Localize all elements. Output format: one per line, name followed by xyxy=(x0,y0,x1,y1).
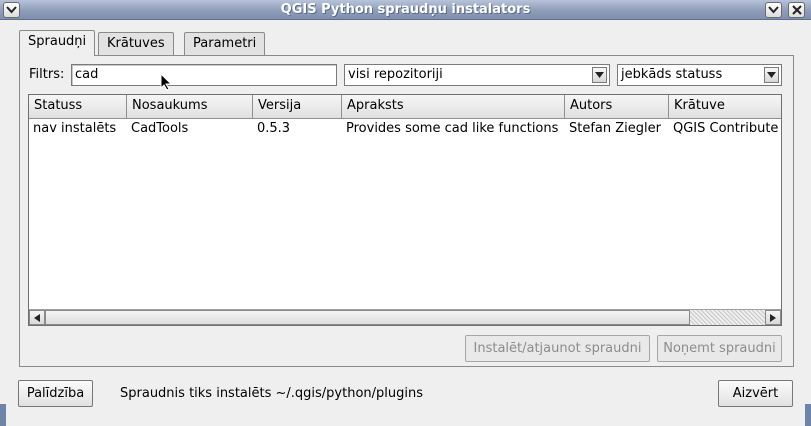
tab-options[interactable]: Parametri xyxy=(184,32,266,55)
close-icon xyxy=(791,5,802,15)
scrollbar-thumb[interactable] xyxy=(45,310,690,325)
column-header-author[interactable]: Autors xyxy=(565,95,669,119)
status-select-value: jebkāds statuss xyxy=(621,67,723,82)
title-bar[interactable]: QGIS Python spraudņu instalators xyxy=(0,0,811,20)
close-button[interactable]: Aizvērt xyxy=(718,380,793,407)
chevron-down-icon xyxy=(768,6,779,14)
filter-label: Filtrs: xyxy=(29,67,65,82)
help-button[interactable]: Palīdzība xyxy=(18,380,93,407)
window-border xyxy=(805,404,811,426)
collapse-button[interactable] xyxy=(765,2,782,18)
dropdown-arrow-icon[interactable] xyxy=(764,67,779,83)
column-header-repository[interactable]: Krātuve xyxy=(669,95,781,119)
tab-plugins[interactable]: Spraudņi xyxy=(19,30,96,56)
filter-input[interactable]: cad xyxy=(71,64,337,86)
install-path-status: Spraudnis tiks instalēts ~/.qgis/python/… xyxy=(120,386,424,401)
table-row[interactable]: nav instalēts CadTools 0.5.3 Provides so… xyxy=(29,120,781,140)
cell-author: Stefan Ziegler xyxy=(569,121,661,136)
window-border xyxy=(0,404,6,426)
tab-repositories[interactable]: Krātuves xyxy=(98,32,174,55)
scrollbar-track[interactable] xyxy=(690,310,765,325)
window-title: QGIS Python spraudņu instalators xyxy=(280,2,531,17)
plugin-installer-window: QGIS Python spraudņu instalators Spraudņ… xyxy=(0,0,811,426)
mouse-cursor-icon xyxy=(160,72,173,95)
arrow-left-icon xyxy=(34,313,40,322)
repository-select-value: visi repozitoriji xyxy=(348,67,443,82)
column-header-status[interactable]: Statuss xyxy=(29,95,127,119)
uninstall-button[interactable]: Noņemt spraudni xyxy=(657,335,782,362)
cell-repository: QGIS Contribute xyxy=(673,121,779,136)
arrow-right-icon xyxy=(770,313,776,322)
plugins-table[interactable]: Statuss Nosaukums Versija Apraksts Autor… xyxy=(28,94,782,326)
cell-name: CadTools xyxy=(131,121,189,136)
scroll-right-button[interactable] xyxy=(765,310,781,325)
close-window-button[interactable] xyxy=(788,2,805,18)
column-header-name[interactable]: Nosaukums xyxy=(127,95,253,119)
column-header-description[interactable]: Apraksts xyxy=(342,95,565,119)
cell-description: Provides some cad like functions xyxy=(346,121,559,136)
status-select[interactable]: jebkāds statuss xyxy=(617,64,782,86)
column-header-version[interactable]: Versija xyxy=(253,95,342,119)
cell-status: nav instalēts xyxy=(33,121,117,136)
scroll-left-button[interactable] xyxy=(29,310,45,325)
cell-version: 0.5.3 xyxy=(257,121,291,136)
horizontal-scrollbar[interactable] xyxy=(29,309,781,325)
repository-select[interactable]: visi repozitoriji xyxy=(344,64,610,86)
dropdown-arrow-icon[interactable] xyxy=(592,67,607,83)
install-upgrade-button[interactable]: Instalēt/atjaunot spraudni xyxy=(465,335,650,362)
table-header: Statuss Nosaukums Versija Apraksts Autor… xyxy=(29,95,781,119)
